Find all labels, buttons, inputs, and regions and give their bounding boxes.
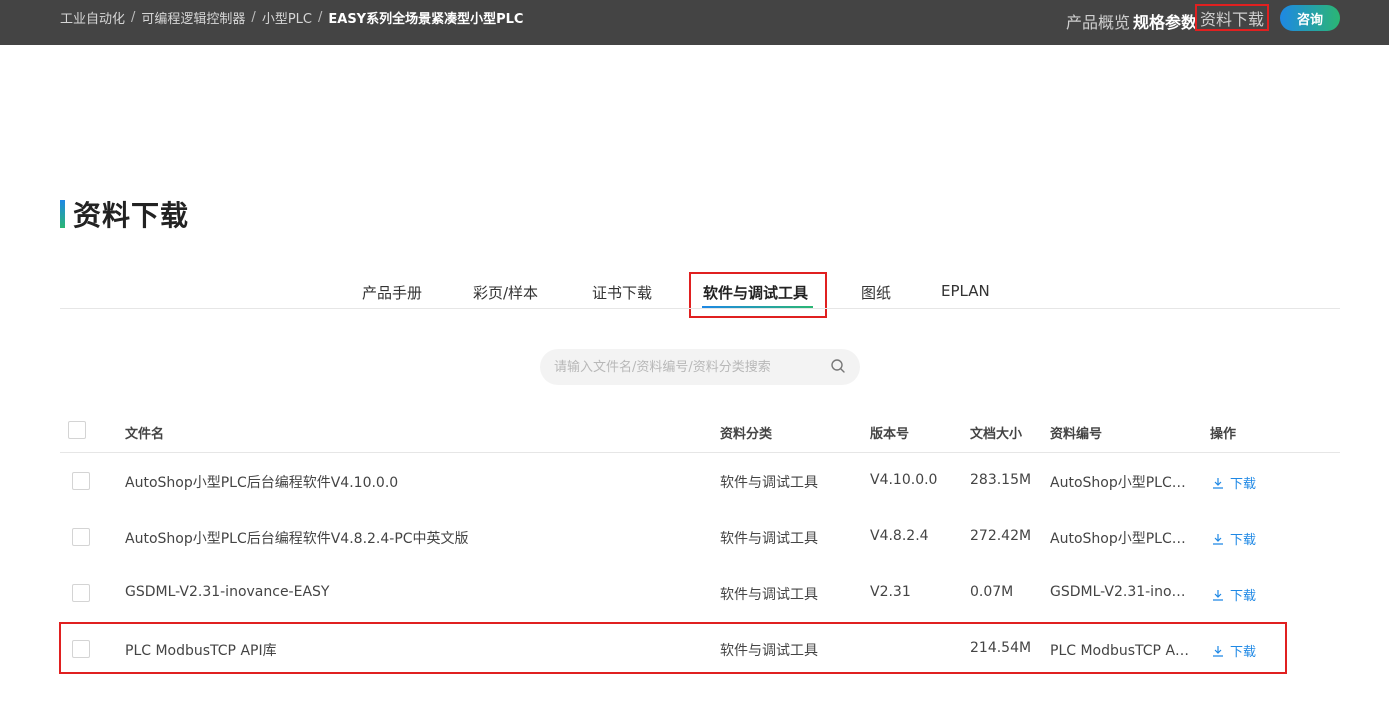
search-box [540, 349, 860, 385]
file-name: AutoShop小型PLC后台编程软件V4.8.2.4-PC中英文版 [125, 531, 469, 547]
download-label: 下载 [1230, 477, 1257, 492]
breadcrumb-separator: / [317, 9, 323, 25]
file-version: V4.8.2.4 [870, 528, 929, 544]
breadcrumb-separator: / [251, 9, 256, 25]
row-checkbox[interactable] [72, 584, 90, 602]
nav-product-overview[interactable]: 产品概览 [1066, 9, 1130, 33]
active-tab-highlight [689, 272, 827, 318]
consult-button[interactable]: 咨询 [1280, 5, 1340, 31]
file-size: 272.42M [970, 528, 1032, 544]
breadcrumb-item-plc[interactable]: 可编程逻辑控制器 [141, 8, 245, 27]
nav-downloads[interactable]: 资料下载 [1195, 4, 1269, 31]
breadcrumb-item-small-plc[interactable]: 小型PLC [262, 8, 312, 27]
column-header-code: 资料编号 [1050, 427, 1103, 442]
search-input[interactable] [554, 357, 814, 377]
page-title: 资料下载 [73, 199, 190, 232]
file-code: AutoShop小型PLC后台编程软件V4.10.0.0 [1050, 475, 1190, 491]
top-bar: 工业自动化 / 可编程逻辑控制器 / 小型PLC / EASY系列全场景紧凑型小… [0, 0, 1389, 45]
column-header-size: 文档大小 [970, 427, 1023, 442]
tabs-divider [60, 308, 1340, 309]
title-accent-bar [60, 200, 65, 228]
download-label: 下载 [1230, 589, 1257, 604]
download-icon [1213, 477, 1223, 489]
breadcrumb-current: EASY系列全场景紧凑型小型PLC [328, 11, 524, 27]
file-category: 软件与调试工具 [720, 475, 818, 491]
table-header-divider [60, 452, 1340, 453]
file-category: 软件与调试工具 [720, 587, 818, 603]
row-checkbox[interactable] [72, 528, 90, 546]
file-version: V4.10.0.0 [870, 472, 938, 488]
tab-eplan[interactable]: EPLAN [941, 282, 990, 300]
download-icon [1213, 589, 1223, 601]
breadcrumb-item-industrial-automation[interactable]: 工业自动化 [60, 8, 125, 27]
row-checkbox[interactable] [72, 472, 90, 490]
file-name: GSDML-V2.31-inovance-EASY [125, 584, 330, 600]
search-icon[interactable] [830, 358, 846, 374]
download-icon [1213, 533, 1223, 545]
file-version: V2.31 [870, 584, 911, 600]
file-code: AutoShop小型PLC后台编程软件V4.8.2.4-PC中英文版 [1050, 531, 1190, 547]
column-header-action: 操作 [1210, 427, 1237, 442]
download-link[interactable]: 下载 [1212, 529, 1256, 548]
tab-product-manual[interactable]: 产品手册 [362, 282, 422, 303]
file-size: 0.07M [970, 584, 1014, 600]
file-category: 软件与调试工具 [720, 531, 818, 547]
tab-drawings[interactable]: 图纸 [861, 282, 891, 303]
file-code: GSDML-V2.31-inovance-EASY [1050, 584, 1190, 600]
file-size: 283.15M [970, 472, 1032, 488]
column-header-version: 版本号 [870, 427, 910, 442]
column-header-filename: 文件名 [125, 427, 165, 442]
section-heading: 资料下载 [60, 198, 189, 232]
tab-brochure[interactable]: 彩页/样本 [473, 282, 538, 303]
tab-certificates[interactable]: 证书下载 [592, 282, 652, 303]
select-all-checkbox[interactable] [68, 421, 86, 439]
download-link[interactable]: 下载 [1212, 585, 1256, 604]
highlighted-row-box [59, 622, 1287, 674]
download-label: 下载 [1230, 533, 1257, 548]
breadcrumb: 工业自动化 / 可编程逻辑控制器 / 小型PLC / EASY系列全场景紧凑型小… [60, 0, 523, 34]
file-name: AutoShop小型PLC后台编程软件V4.10.0.0 [125, 475, 399, 491]
nav-specifications[interactable]: 规格参数 [1133, 9, 1197, 33]
breadcrumb-separator: / [131, 9, 136, 25]
download-link[interactable]: 下载 [1212, 473, 1256, 492]
column-header-category: 资料分类 [720, 427, 773, 442]
